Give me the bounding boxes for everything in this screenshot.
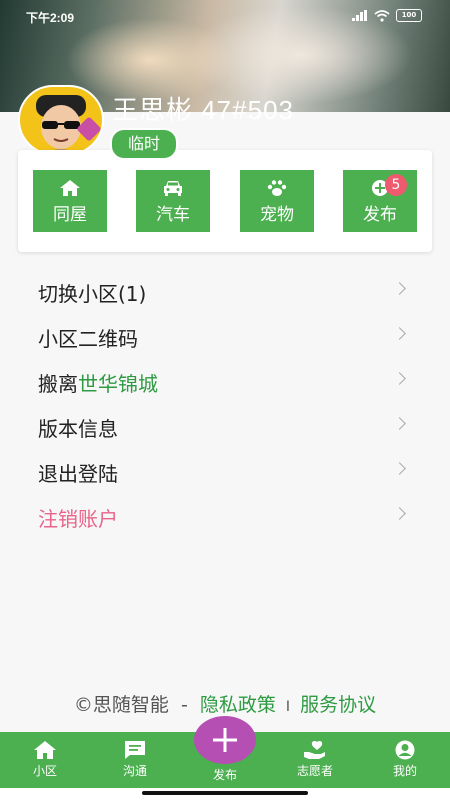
chevron-right-icon	[393, 372, 406, 385]
menu-item-version[interactable]: 版本信息	[0, 403, 450, 448]
menu-item-move-out[interactable]: 搬离世华锦城	[0, 358, 450, 403]
home-indicator[interactable]	[142, 791, 308, 795]
user-icon	[395, 740, 415, 760]
status-icons: 100	[352, 9, 422, 22]
chevron-right-icon	[393, 417, 406, 430]
status-bar: 下午2:09 100	[0, 0, 450, 32]
nav-label: 小区	[32, 764, 57, 778]
quick-actions-card: 同屋 汽车 宠物 发布 5	[18, 150, 432, 252]
roommate-button[interactable]: 同屋	[33, 170, 107, 232]
menu-label: 版本信息	[38, 417, 118, 441]
footer: ©思随智能 - 隐私政策 I 服务协议	[0, 690, 450, 717]
notification-badge: 5	[385, 174, 407, 196]
chevron-right-icon	[393, 507, 406, 520]
menu-label: 搬离世华锦城	[38, 368, 158, 397]
fab-label: 发布	[212, 768, 237, 782]
publish-button[interactable]: 发布 5	[343, 170, 417, 232]
status-tag: 临时	[110, 128, 178, 160]
paw-icon	[267, 180, 287, 196]
wifi-icon	[374, 9, 390, 22]
pet-button[interactable]: 宠物	[240, 170, 314, 232]
home-icon	[34, 741, 56, 759]
volunteer-heart-hand-icon	[304, 741, 325, 759]
nav-label: 我的	[392, 764, 417, 778]
menu-item-cancel-account[interactable]: 注销账户	[0, 493, 450, 538]
publish-label: 发布	[363, 205, 397, 225]
nav-label: 志愿者	[296, 764, 333, 778]
chevron-right-icon	[393, 282, 406, 295]
car-button[interactable]: 汽车	[136, 170, 210, 232]
company-name: ©思随智能	[73, 694, 169, 716]
car-label: 汽车	[156, 205, 190, 225]
signal-icon	[352, 10, 367, 21]
chat-icon	[125, 741, 145, 759]
nav-label: 沟通	[122, 764, 147, 778]
menu-item-qrcode[interactable]: 小区二维码	[0, 313, 450, 358]
move-out-prefix: 搬离	[38, 372, 78, 396]
nav-item-mine[interactable]: 我的	[375, 740, 435, 779]
car-icon	[164, 181, 182, 196]
menu-label: 切换小区(1)	[38, 282, 147, 306]
chevron-right-icon	[393, 462, 406, 475]
menu-item-logout[interactable]: 退出登陆	[0, 448, 450, 493]
nav-item-chat[interactable]: 沟通	[105, 740, 165, 779]
status-time: 下午2:09	[26, 11, 75, 25]
chevron-right-icon	[393, 327, 406, 340]
nav-item-community[interactable]: 小区	[15, 740, 75, 779]
menu-label: 退出登陆	[38, 462, 118, 486]
user-name: 王思彬 47#503	[112, 95, 294, 125]
plus-icon	[213, 728, 237, 752]
publish-fab-button[interactable]	[194, 716, 256, 764]
privacy-policy-link[interactable]: 隐私政策	[200, 694, 276, 716]
settings-menu: 切换小区(1) 小区二维码 搬离世华锦城 版本信息 退出登陆 注销账户	[0, 268, 450, 538]
terms-link[interactable]: 服务协议	[300, 694, 376, 716]
menu-label: 注销账户	[38, 507, 118, 531]
menu-label: 小区二维码	[38, 327, 138, 351]
menu-item-switch-community[interactable]: 切换小区(1)	[0, 268, 450, 313]
footer-separator: I	[285, 699, 291, 715]
roommate-label: 同屋	[53, 205, 87, 225]
nav-item-volunteer[interactable]: 志愿者	[285, 740, 345, 779]
community-name: 世华锦城	[78, 372, 158, 396]
home-icon	[60, 180, 80, 196]
footer-dash: -	[180, 694, 188, 716]
battery-icon: 100	[396, 9, 422, 22]
pet-label: 宠物	[260, 205, 294, 225]
